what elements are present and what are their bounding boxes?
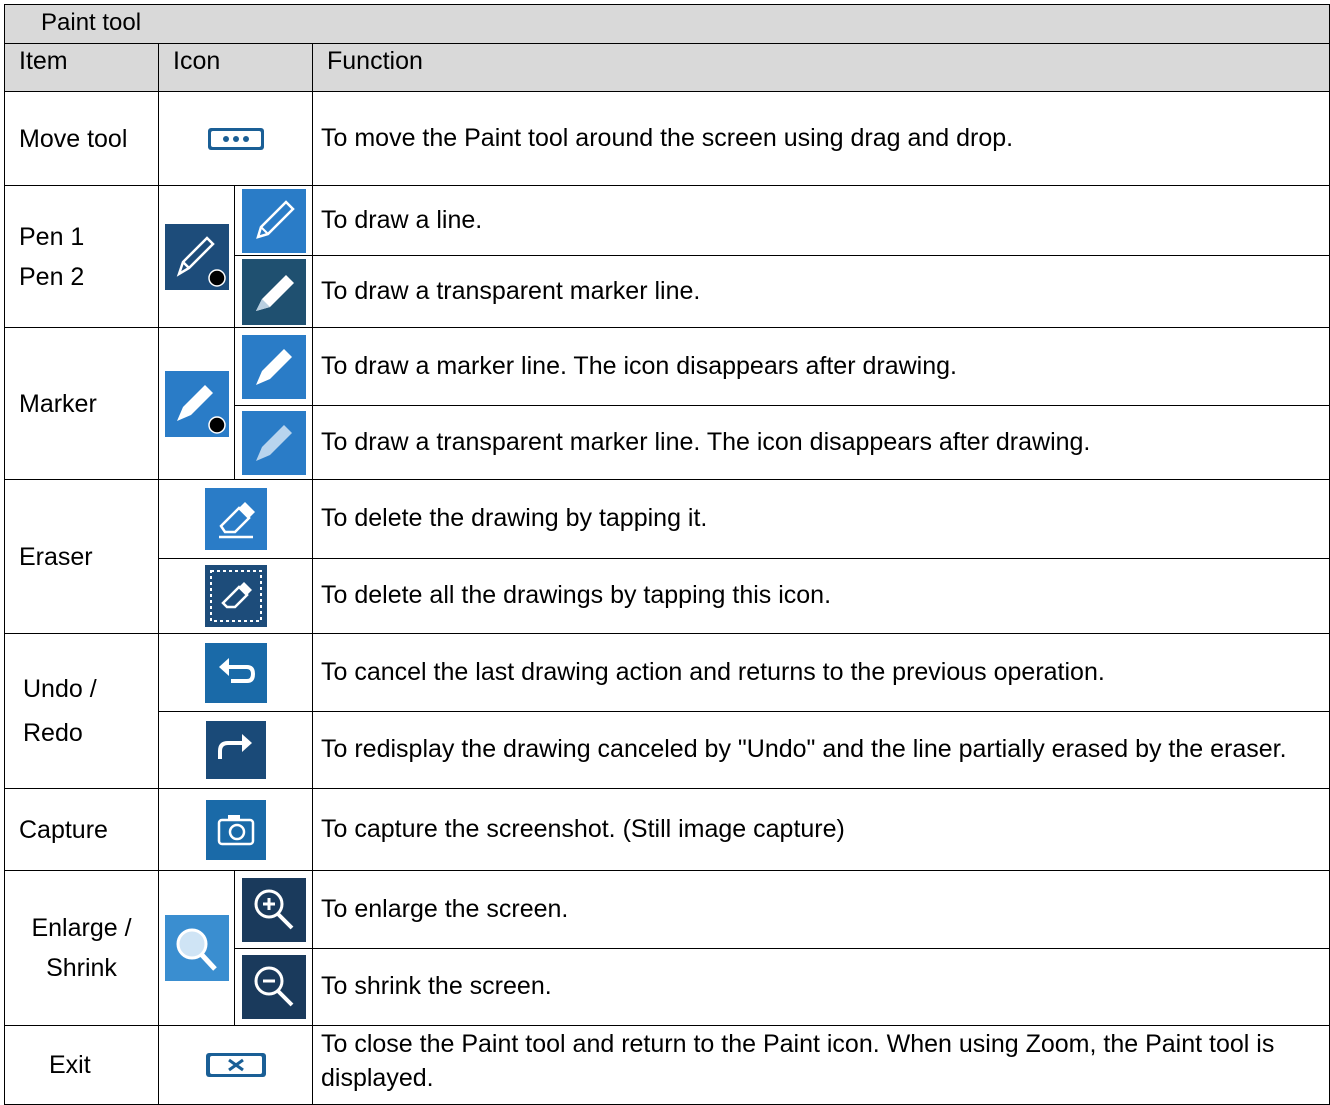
- row-zoom-item: Enlarge / Shrink: [4, 870, 159, 1026]
- redo-function: To redisplay the drawing canceled by "Un…: [312, 711, 1330, 789]
- close-icon-cell: [158, 1025, 313, 1105]
- eraser-function-1: To delete the drawing by tapping it.: [312, 479, 1330, 559]
- eraser-all-icon[interactable]: [204, 565, 267, 627]
- zoom-in-icon-cell: [234, 870, 313, 949]
- pen-function-1: To draw a line.: [312, 185, 1330, 256]
- undo-label: Undo /: [23, 675, 97, 703]
- redo-icon-cell: [158, 711, 313, 789]
- marker-main-icon-cell: [158, 327, 235, 480]
- row-move-item: Move tool: [4, 91, 159, 186]
- eraser-all-icon-cell: [158, 558, 313, 634]
- undo-icon[interactable]: [204, 642, 267, 703]
- marker-function-1: To draw a marker line. The icon disappea…: [312, 327, 1330, 406]
- zoom-out-function: To shrink the screen.: [312, 948, 1330, 1026]
- zoom-out-icon[interactable]: [241, 955, 306, 1019]
- magnifier-icon-cell: [158, 870, 235, 1026]
- pen-main-icon-cell: [158, 185, 235, 328]
- move-handle-icon[interactable]: [207, 127, 265, 151]
- zoom-in-icon[interactable]: [241, 877, 306, 942]
- pen-dot-icon[interactable]: [164, 223, 229, 290]
- row-pen-item: Pen 1 Pen 2: [4, 185, 159, 328]
- marker-pen-icon[interactable]: [241, 258, 306, 325]
- marker-item-label: Marker: [19, 389, 97, 418]
- pen1-label: Pen 1: [19, 222, 85, 251]
- undo-icon-cell: [158, 633, 313, 712]
- redo-label: Redo: [23, 719, 83, 747]
- magnifier-icon[interactable]: [164, 915, 229, 981]
- row-move-icon-cell: [158, 91, 313, 186]
- paint-tool-table: Paint tool Item Icon Function Move tool …: [4, 4, 1330, 1105]
- capture-function: To capture the screenshot. (Still image …: [312, 788, 1330, 871]
- eraser-icon-cell: [158, 479, 313, 559]
- eraser-item-label: Eraser: [19, 542, 93, 571]
- marker-arrow-transparent-icon-cell: [234, 405, 313, 480]
- exit-function: To close the Paint tool and return to th…: [312, 1025, 1330, 1105]
- capture-item-label: Capture: [19, 815, 108, 844]
- enlarge-label: Enlarge /: [31, 914, 132, 942]
- eraser-icon[interactable]: [204, 488, 267, 550]
- row-move-function: To move the Paint tool around the screen…: [312, 91, 1330, 186]
- zoom-in-function: To enlarge the screen.: [312, 870, 1330, 949]
- close-tab-icon[interactable]: [205, 1052, 267, 1078]
- eraser-function-2: To delete all the drawings by tapping th…: [312, 558, 1330, 634]
- marker-arrow-icon[interactable]: [241, 334, 306, 399]
- marker-function-2: To draw a transparent marker line. The i…: [312, 405, 1330, 480]
- exit-item-label: Exit: [49, 1051, 91, 1079]
- camera-icon[interactable]: [205, 799, 266, 860]
- marker-pen-icon-cell: [234, 255, 313, 328]
- marker-dot-icon[interactable]: [164, 370, 229, 437]
- marker-arrow-transparent-icon[interactable]: [241, 410, 306, 475]
- camera-icon-cell: [158, 788, 313, 871]
- move-item-label: Move tool: [19, 124, 128, 153]
- shrink-label: Shrink: [46, 954, 117, 982]
- zoom-out-icon-cell: [234, 948, 313, 1026]
- table-title: Paint tool: [4, 4, 1330, 44]
- row-undo-redo-item: Undo / Redo: [4, 633, 159, 789]
- row-exit-item: Exit: [4, 1025, 159, 1105]
- pen2-label: Pen 2: [19, 262, 85, 291]
- undo-function: To cancel the last drawing action and re…: [312, 633, 1330, 712]
- row-marker-item: Marker: [4, 327, 159, 480]
- pen-icon-cell: [234, 185, 313, 256]
- row-eraser-item: Eraser: [4, 479, 159, 634]
- pen-icon[interactable]: [241, 188, 306, 253]
- header-item: Item: [4, 43, 159, 92]
- header-function: Function: [312, 43, 1330, 92]
- redo-icon[interactable]: [205, 721, 266, 779]
- pen-function-2: To draw a transparent marker line.: [312, 255, 1330, 328]
- header-icon: Icon: [158, 43, 313, 92]
- row-capture-item: Capture: [4, 788, 159, 871]
- marker-arrow-icon-cell: [234, 327, 313, 406]
